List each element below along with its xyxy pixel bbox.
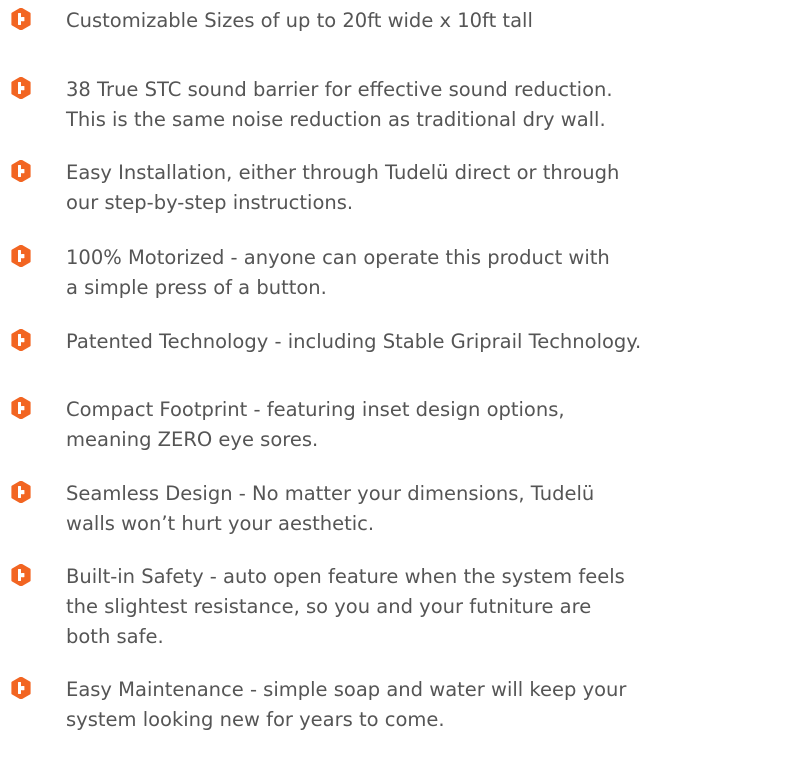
tudelu-logo-icon <box>10 245 32 267</box>
feature-text: Compact Footprint - featuring inset desi… <box>66 395 796 455</box>
tudelu-logo-icon <box>10 160 32 182</box>
tudelu-logo-icon <box>10 8 32 30</box>
feature-line: a simple press of a button. <box>66 276 327 299</box>
feature-line: both safe. <box>66 625 164 648</box>
feature-line: Built-in Safety - auto open feature when… <box>66 565 625 588</box>
feature-line: This is the same noise reduction as trad… <box>66 108 606 131</box>
feature-line: 38 True STC sound barrier for effective … <box>66 78 613 101</box>
feature-text: 38 True STC sound barrier for effective … <box>66 75 796 135</box>
feature-list: Customizable Sizes of up to 20ft wide x … <box>0 0 802 762</box>
feature-line: our step-by-step instructions. <box>66 191 354 214</box>
feature-text: Patented Technology - including Stable G… <box>66 327 796 357</box>
feature-text: Easy Installation, either through Tudelü… <box>66 158 796 218</box>
feature-line: meaning ZERO eye sores. <box>66 428 319 451</box>
feature-text: Customizable Sizes of up to 20ft wide x … <box>66 6 796 36</box>
feature-text: Seamless Design - No matter your dimensi… <box>66 479 796 539</box>
tudelu-logo-icon <box>10 397 32 419</box>
feature-line: Customizable Sizes of up to 20ft wide x … <box>66 9 533 32</box>
feature-line: 100% Motorized - anyone can operate this… <box>66 246 610 269</box>
feature-line: Easy Maintenance - simple soap and water… <box>66 678 627 701</box>
tudelu-logo-icon <box>10 677 32 699</box>
tudelu-logo-icon <box>10 329 32 351</box>
feature-text: Built-in Safety - auto open feature when… <box>66 562 796 652</box>
feature-text: Easy Maintenance - simple soap and water… <box>66 675 796 735</box>
feature-line: Seamless Design - No matter your dimensi… <box>66 482 595 505</box>
feature-line: Compact Footprint - featuring inset desi… <box>66 398 565 421</box>
feature-line: Easy Installation, either through Tudelü… <box>66 161 620 184</box>
feature-line: walls won’t hurt your aesthetic. <box>66 512 375 535</box>
tudelu-logo-icon <box>10 481 32 503</box>
tudelu-logo-icon <box>10 564 32 586</box>
tudelu-logo-icon <box>10 77 32 99</box>
feature-text: 100% Motorized - anyone can operate this… <box>66 243 796 303</box>
feature-line: system looking new for years to come. <box>66 708 445 731</box>
feature-line: Patented Technology - including Stable G… <box>66 330 642 353</box>
feature-line: the slightest resistance, so you and you… <box>66 595 592 618</box>
